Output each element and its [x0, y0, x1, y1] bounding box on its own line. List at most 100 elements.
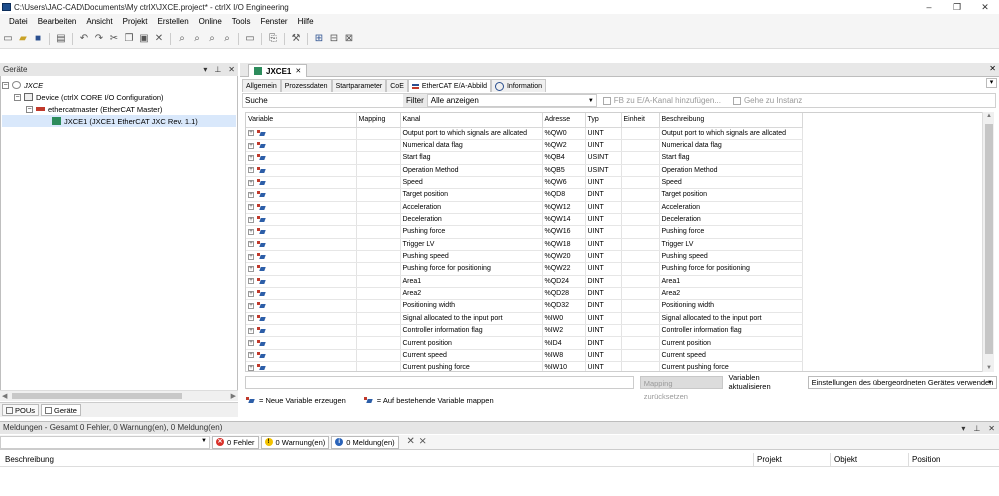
menu-datei[interactable]: Datei	[4, 17, 33, 26]
close-button[interactable]: ✕	[971, 0, 999, 14]
menu-bearbeiten[interactable]: Bearbeiten	[33, 17, 82, 26]
expand-icon[interactable]: +	[248, 204, 254, 211]
table-row[interactable]: + Operation Method %QB5 USINT Operation Meth…	[246, 164, 803, 177]
table-row[interactable]: + Deceleration %QW14 UINT Deceleration	[246, 213, 803, 227]
reset-mapping-button[interactable]: Mapping zurücksetzen	[639, 375, 723, 401]
table-row[interactable]: + Speed %QW6 UINT Speed	[246, 176, 803, 190]
pane-dropdown-icon[interactable]: ▾	[961, 422, 965, 435]
clear-messages-icon[interactable]: ✕	[405, 436, 417, 448]
window-icon[interactable]: ▭	[244, 33, 256, 45]
mapping-cell[interactable]	[356, 188, 401, 202]
menu-tools[interactable]: Tools	[227, 17, 256, 26]
subtab-coe[interactable]: CoE	[386, 79, 408, 92]
menu-hilfe[interactable]: Hilfe	[293, 17, 319, 26]
scroll-up-icon[interactable]: ▲	[983, 113, 995, 119]
subtab-startparameter[interactable]: Startparameter	[331, 79, 387, 92]
variable-cell[interactable]: +	[246, 275, 357, 288]
variable-cell[interactable]: +	[246, 127, 357, 140]
copy-icon[interactable]: ❐	[123, 33, 135, 45]
menu-erstellen[interactable]: Erstellen	[153, 17, 194, 26]
table-row[interactable]: + Current pushing force %IW10 UINT Current p…	[246, 361, 803, 371]
find-icon[interactable]: ⌕	[176, 33, 188, 45]
close-tab-icon[interactable]: ✕	[295, 67, 301, 75]
subtab-prozessdaten[interactable]: Prozessdaten	[280, 79, 332, 92]
table-row[interactable]: + Numerical data flag %QW2 UINT Numerical da…	[246, 139, 803, 153]
logout-icon[interactable]: ⊠	[343, 33, 355, 45]
scroll-right-icon[interactable]: ▶	[231, 391, 236, 402]
scroll-down-icon[interactable]: ▼	[983, 365, 995, 371]
close-editor-icon[interactable]: ✕	[989, 64, 996, 73]
infos-filter-button[interactable]: i 0 Meldung(en)	[331, 435, 399, 449]
tab-pous[interactable]: POUs	[2, 404, 40, 416]
new-file-icon[interactable]: ▭	[2, 33, 14, 45]
table-row[interactable]: + Acceleration %QW12 UINT Acceleration	[246, 201, 803, 214]
mapping-cell[interactable]	[356, 164, 401, 177]
variable-cell[interactable]: +	[246, 238, 357, 251]
mapping-cell[interactable]	[356, 312, 401, 326]
mapping-cell[interactable]	[356, 238, 401, 251]
tab-geraete[interactable]: Geräte	[41, 404, 81, 416]
table-row[interactable]: + Pushing speed %QW20 UINT Pushing speed	[246, 250, 803, 264]
col-beschreibung[interactable]: Beschreibung	[5, 455, 54, 464]
open-folder-icon[interactable]: ▰	[17, 33, 29, 45]
collapse-icon[interactable]: −	[2, 81, 9, 89]
tree-item-device[interactable]: − Device (ctrlX CORE I/O Configuration)	[2, 91, 236, 103]
scroll-left-icon[interactable]: ◀	[2, 391, 7, 402]
expand-icon[interactable]: +	[248, 278, 254, 285]
menu-fenster[interactable]: Fenster	[255, 17, 292, 26]
filter-select[interactable]: Alle anzeigen ▼	[426, 94, 597, 107]
tree-item-slave[interactable]: JXCE1 (JXCE1 EtherCAT JXC Rev. 1.1)	[2, 115, 236, 127]
col-variable[interactable]: Variable	[246, 113, 357, 128]
col-position[interactable]: Position	[912, 455, 940, 464]
expand-icon[interactable]: +	[248, 179, 254, 186]
table-row[interactable]: + Area1 %QD24 DINT Area1	[246, 275, 803, 288]
table-row[interactable]: + Current speed %IW8 UINT Current speed	[246, 349, 803, 363]
cut-icon[interactable]: ✂	[108, 33, 120, 45]
table-row[interactable]: + Controller information flag %IW2 UINT Cont…	[246, 324, 803, 338]
mapping-cell[interactable]	[356, 275, 401, 288]
mapping-cell[interactable]	[356, 176, 401, 190]
add-fb-button[interactable]: FB zu E/A-Kanal hinzufügen...	[597, 96, 727, 105]
subtab-allgemein[interactable]: Allgemein	[242, 79, 281, 92]
col-mapping[interactable]: Mapping	[356, 113, 401, 128]
col-beschreibung[interactable]: Beschreibung	[659, 113, 803, 128]
message-category-select[interactable]: ▼	[0, 435, 210, 449]
expand-icon[interactable]: +	[248, 154, 254, 161]
variable-cell[interactable]: +	[246, 139, 357, 153]
login-icon[interactable]: ⊟	[328, 33, 340, 45]
undo-icon[interactable]: ↶	[78, 33, 90, 45]
pane-close-icon[interactable]: ✕	[988, 422, 995, 435]
expand-icon[interactable]: +	[248, 216, 254, 223]
col-einheit[interactable]: Einheit	[621, 113, 660, 128]
mapping-cell[interactable]	[356, 127, 401, 140]
table-row[interactable]: + Start flag %QB4 USINT Start flag	[246, 151, 803, 165]
col-adresse[interactable]: Adresse	[542, 113, 586, 128]
collapse-icon[interactable]: −	[26, 105, 33, 113]
find-prev-icon[interactable]: ⌕	[206, 33, 218, 45]
mapping-cell[interactable]	[356, 287, 401, 301]
table-row[interactable]: + Target position %QD8 DINT Target position	[246, 188, 803, 202]
expand-icon[interactable]: +	[248, 364, 254, 371]
find-next-icon[interactable]: ⌕	[191, 33, 203, 45]
export-icon[interactable]: ⎘	[267, 33, 279, 45]
maximize-button[interactable]: ❐	[943, 0, 971, 14]
tree-item-project[interactable]: − JXCE	[2, 79, 236, 91]
variable-cell[interactable]: +	[246, 287, 357, 301]
table-row[interactable]: + Output port to which signals are allcat…	[246, 127, 803, 140]
mapping-cell[interactable]	[356, 201, 401, 214]
expand-icon[interactable]: +	[248, 228, 254, 235]
collapse-icon[interactable]: −	[14, 93, 21, 101]
table-row[interactable]: + Current position %ID4 DINT Current positio…	[246, 336, 803, 350]
table-row[interactable]: + Trigger LV %QW18 UINT Trigger LV	[246, 238, 803, 251]
scrollbar-thumb[interactable]	[985, 124, 993, 354]
network-icon[interactable]: ⊞	[313, 33, 325, 45]
variable-cell[interactable]: +	[246, 188, 357, 202]
table-row[interactable]: + Signal allocated to the input port %IW0 U…	[246, 312, 803, 326]
goto-instance-button[interactable]: Gehe zu Instanz	[727, 96, 808, 105]
tool-icon[interactable]: ⚒	[290, 33, 302, 45]
mapping-cell[interactable]	[356, 213, 401, 227]
horizontal-scrollbar[interactable]: ◀ ▶	[0, 390, 238, 401]
variable-cell[interactable]: +	[246, 299, 357, 313]
variable-cell[interactable]: +	[246, 312, 357, 326]
variable-cell[interactable]: +	[246, 336, 357, 350]
